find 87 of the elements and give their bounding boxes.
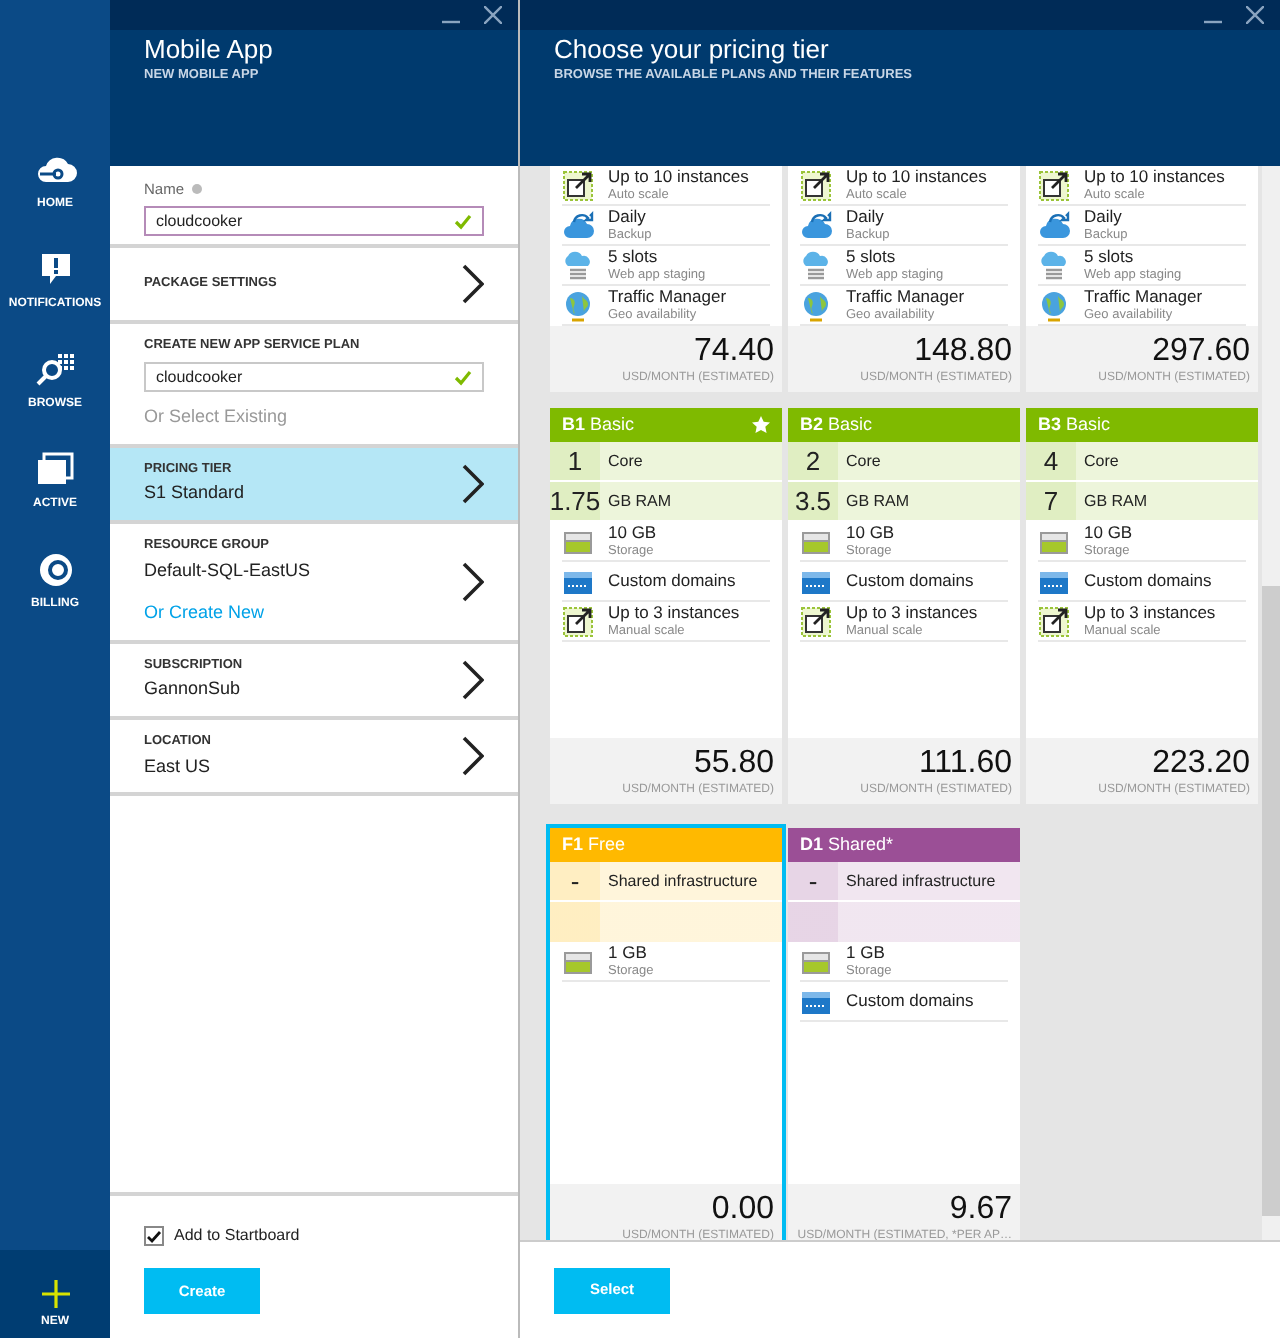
spec-label: Core — [844, 449, 881, 473]
feature-title: 1 GB — [608, 943, 649, 961]
spec-label: Shared infrastructure — [606, 869, 758, 893]
price: 297.60 — [1152, 334, 1250, 370]
feature-title: 5 slots — [846, 247, 898, 265]
feature-title: 5 slots — [1084, 247, 1136, 265]
cloud-server-icon — [562, 249, 594, 281]
checkmark-icon — [454, 213, 472, 230]
price: 223.20 — [1152, 746, 1250, 782]
cloud-arrow-icon — [800, 209, 832, 241]
blade-title: Mobile App — [144, 34, 275, 66]
chevron-right-icon — [460, 659, 484, 700]
scrollbar[interactable] — [1262, 166, 1280, 1240]
spec-value: 1 — [550, 442, 600, 480]
feature-title: 10 GB — [1084, 523, 1133, 541]
globe-icon — [562, 289, 594, 321]
section-value: GannonSub — [144, 676, 243, 703]
checkmark-icon — [146, 1229, 162, 1243]
section-value: S1 Standard — [144, 480, 245, 507]
feature-title: Custom domains — [608, 572, 736, 590]
feature-title: Traffic Manager — [1084, 287, 1203, 305]
spec-label: Core — [1082, 449, 1119, 473]
cloud-server-icon — [800, 249, 832, 281]
text-input-field[interactable]: cloudcooker — [144, 362, 484, 392]
feature-title: Daily — [846, 207, 884, 225]
spec-label: Shared infrastructure — [844, 869, 996, 893]
spec-label: GB RAM — [606, 489, 672, 513]
globe-icon — [1038, 289, 1070, 321]
spec-value: 2 — [788, 442, 838, 480]
feature-title: Traffic Manager — [846, 287, 965, 305]
spec-value: 1.75 — [550, 482, 600, 520]
plus-icon — [41, 1280, 69, 1308]
section-value: East US — [144, 753, 211, 779]
tier-name: D1 Shared* — [800, 831, 894, 858]
checkbox[interactable] — [144, 1226, 164, 1246]
chevron-right-icon — [460, 264, 484, 305]
window-icon — [33, 450, 77, 490]
close-icon[interactable] — [484, 6, 502, 24]
feature-title: Daily — [608, 207, 646, 225]
feature-title: 5 slots — [608, 247, 660, 265]
spec-label: GB RAM — [844, 489, 910, 513]
globe-icon — [800, 289, 832, 321]
spec-label: GB RAM — [1082, 489, 1148, 513]
feature-title: Custom domains — [846, 992, 974, 1010]
feature-title: Traffic Manager — [608, 287, 727, 305]
tier-name: B3 Basic — [1038, 411, 1111, 438]
tier-name: B2 Basic — [800, 411, 873, 438]
chevron-right-icon — [460, 735, 484, 776]
feature-title: Daily — [1084, 207, 1122, 225]
feature-title: Custom domains — [1084, 572, 1212, 590]
feature-title: Custom domains — [846, 572, 974, 590]
feature-title: Up to 10 instances — [846, 167, 987, 185]
spec-value: - — [550, 862, 600, 900]
text-input-field[interactable]: cloudcooker — [144, 206, 484, 237]
price: 148.80 — [914, 334, 1012, 370]
cloud-arrow-icon — [562, 209, 594, 241]
info-icon — [192, 184, 203, 195]
price: 0.00 — [711, 1192, 774, 1228]
chevron-right-icon — [460, 463, 484, 504]
price: 111.60 — [918, 746, 1012, 782]
price: 74.40 — [693, 334, 774, 370]
price: 9.67 — [949, 1192, 1012, 1228]
spec-value: - — [788, 862, 838, 900]
feature-title: Up to 3 instances — [608, 603, 740, 621]
feature-title: Up to 10 instances — [608, 167, 749, 185]
tier-name: F1 Free — [562, 831, 626, 858]
feature-title: 10 GB — [846, 523, 895, 541]
chevron-right-icon — [460, 561, 484, 602]
feature-title: 1 GB — [846, 943, 887, 961]
cloud-arrow-icon — [1038, 209, 1070, 241]
spec-label: Core — [606, 449, 643, 473]
checkmark-icon — [454, 369, 472, 385]
feature-title: 10 GB — [608, 523, 657, 541]
blade-title: Choose your pricing tier — [554, 34, 831, 66]
spec-value: 3.5 — [788, 482, 838, 520]
feature-title: Up to 3 instances — [1084, 603, 1216, 621]
checkbox-label: Add to Startboard — [174, 1224, 300, 1248]
search-icon — [33, 350, 77, 390]
feature-title: Up to 3 instances — [846, 603, 978, 621]
price: 55.80 — [693, 746, 774, 782]
cloud-server-icon — [1038, 249, 1070, 281]
close-icon[interactable] — [1246, 6, 1264, 24]
spec-value: 4 — [1026, 442, 1076, 480]
spec-value: 7 — [1026, 482, 1076, 520]
section-value: Default-SQL-EastUS — [144, 557, 311, 584]
feature-title: Up to 10 instances — [1084, 167, 1225, 185]
tier-name: B1 Basic — [562, 411, 635, 438]
